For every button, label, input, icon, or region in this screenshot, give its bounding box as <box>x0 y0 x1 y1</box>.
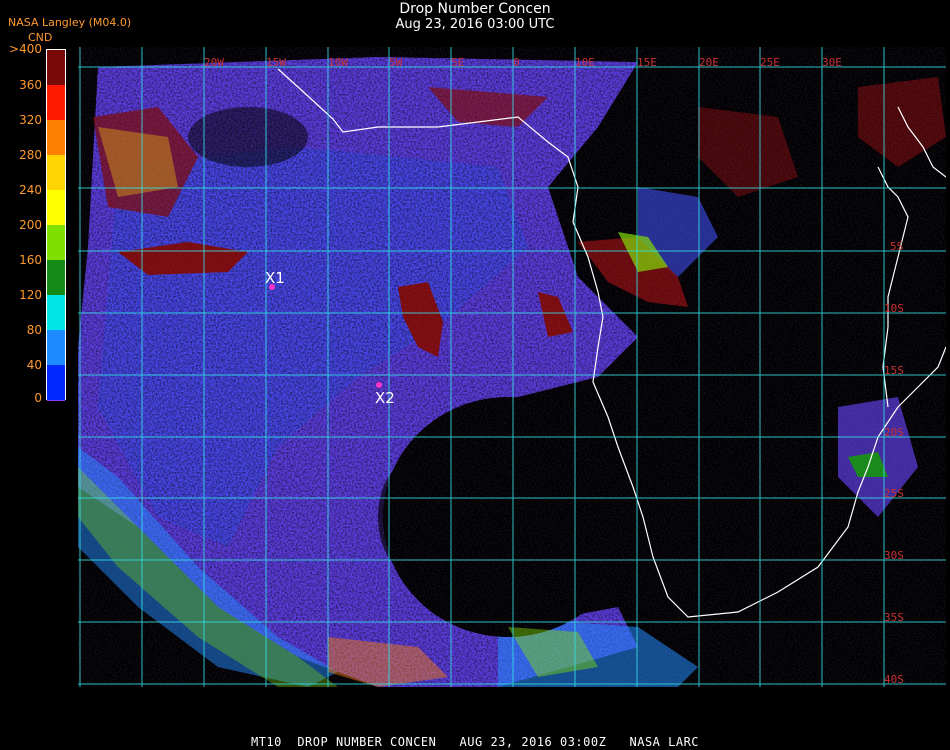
lon-label: 30E <box>822 56 842 69</box>
colorbar-label: 80 <box>26 323 42 337</box>
lat-label: 30S <box>884 549 904 562</box>
lat-label: 40S <box>884 673 904 686</box>
colorbar-swatch <box>47 295 65 330</box>
colorbar-swatch <box>47 85 65 120</box>
colorbar-swatch <box>47 330 65 365</box>
colorbar-label: 0 <box>34 391 42 405</box>
speckle-noise <box>78 47 946 687</box>
colorbar-label: 360 <box>19 78 42 92</box>
lat-label: 10S <box>884 302 904 315</box>
lat-label: 25S <box>884 487 904 500</box>
colorbar-label: 280 <box>19 148 42 162</box>
satellite-map: 5S 10S 15S 20S 25S 30S 35S 40S 20W 15W 1… <box>78 47 946 687</box>
lat-label: 15S <box>884 364 904 377</box>
lon-label: 15E <box>637 56 657 69</box>
colorbar-label: 200 <box>19 218 42 232</box>
source-label: NASA Langley (M04.0) <box>8 16 132 29</box>
map-title: Drop Number Concen <box>399 1 551 17</box>
lat-label: 5S <box>890 240 903 253</box>
colorbar-swatch <box>47 120 65 155</box>
lon-label: 20E <box>699 56 719 69</box>
colorbar-swatch <box>47 155 65 190</box>
marker-label: X2 <box>375 389 395 407</box>
lon-label: 15W <box>266 56 286 69</box>
colorbar-label: >400 <box>9 42 42 56</box>
footer-caption: MT10 DROP NUMBER CONCEN AUG 23, 2016 03:… <box>250 735 700 749</box>
lon-label: 5E <box>451 56 464 69</box>
marker-label: X1 <box>265 269 285 287</box>
colorbar-swatch <box>47 365 65 400</box>
lat-label: 35S <box>884 611 904 624</box>
lat-label: 20S <box>884 426 904 439</box>
colorbar-label: 120 <box>19 288 42 302</box>
marker-x1: X1 <box>265 269 285 290</box>
lon-label: 0 <box>513 56 520 69</box>
colorbar-swatch <box>47 260 65 295</box>
colorbar-label: 40 <box>26 358 42 372</box>
colorbar-label: 160 <box>19 253 42 267</box>
map-datetime: Aug 23, 2016 03:00 UTC <box>395 17 555 32</box>
colorbar-label: 320 <box>19 113 42 127</box>
lon-label: 25E <box>760 56 780 69</box>
colorbar-swatch <box>47 400 65 401</box>
colorbar-swatch <box>47 190 65 225</box>
lon-label: 20W <box>204 56 224 69</box>
colorbar <box>46 49 66 401</box>
lon-label: 10E <box>575 56 595 69</box>
lon-label: 10W <box>328 56 348 69</box>
colorbar-label: 240 <box>19 183 42 197</box>
colorbar-swatch <box>47 50 65 85</box>
colorbar-swatch <box>47 225 65 260</box>
lon-label: 5W <box>389 56 403 69</box>
